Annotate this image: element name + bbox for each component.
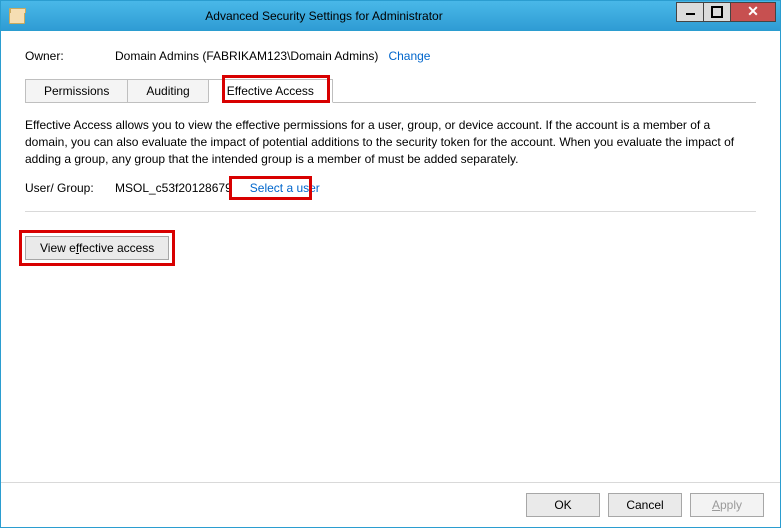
tab-strip: Permissions Auditing Effective Access	[25, 79, 756, 103]
security-settings-window: Advanced Security Settings for Administr…	[0, 0, 781, 528]
user-group-label: User/ Group:	[25, 181, 115, 195]
view-effective-access-wrap: View effective access	[25, 236, 169, 260]
apply-und: A	[712, 498, 720, 512]
dialog-footer: OK Cancel Apply	[1, 482, 780, 527]
user-group-row: User/ Group: MSOL_c53f20128679 Select a …	[25, 181, 756, 195]
titlebar: Advanced Security Settings for Administr…	[1, 1, 780, 31]
spacer	[25, 260, 756, 482]
ok-button[interactable]: OK	[526, 493, 600, 517]
window-title: Advanced Security Settings for Administr…	[0, 9, 677, 23]
tab-permissions[interactable]: Permissions	[25, 79, 128, 103]
tab-auditing[interactable]: Auditing	[127, 79, 208, 103]
change-owner-link[interactable]: Change	[388, 49, 430, 63]
select-user-link[interactable]: Select a user	[250, 181, 320, 195]
effective-access-description: Effective Access allows you to view the …	[25, 117, 756, 167]
divider	[25, 211, 756, 212]
minimize-button[interactable]	[676, 2, 704, 22]
content-area: Owner: Domain Admins (FABRIKAM123\Domain…	[1, 31, 780, 482]
btn-text-pre: View e	[40, 241, 76, 255]
folder-icon	[9, 8, 25, 24]
cancel-button[interactable]: Cancel	[608, 493, 682, 517]
tab-effective-access[interactable]: Effective Access	[208, 79, 333, 103]
apply-button[interactable]: Apply	[690, 493, 764, 517]
user-group-value: MSOL_c53f20128679	[115, 181, 232, 195]
apply-post: pply	[720, 498, 742, 512]
owner-label: Owner:	[25, 49, 115, 63]
owner-row: Owner: Domain Admins (FABRIKAM123\Domain…	[25, 49, 756, 63]
close-button[interactable]: ✕	[730, 2, 776, 22]
maximize-button[interactable]	[703, 2, 731, 22]
owner-value: Domain Admins (FABRIKAM123\Domain Admins…	[115, 49, 378, 63]
btn-text-post: fective access	[79, 241, 154, 255]
window-controls: ✕	[677, 2, 776, 22]
view-effective-access-button[interactable]: View effective access	[25, 236, 169, 260]
